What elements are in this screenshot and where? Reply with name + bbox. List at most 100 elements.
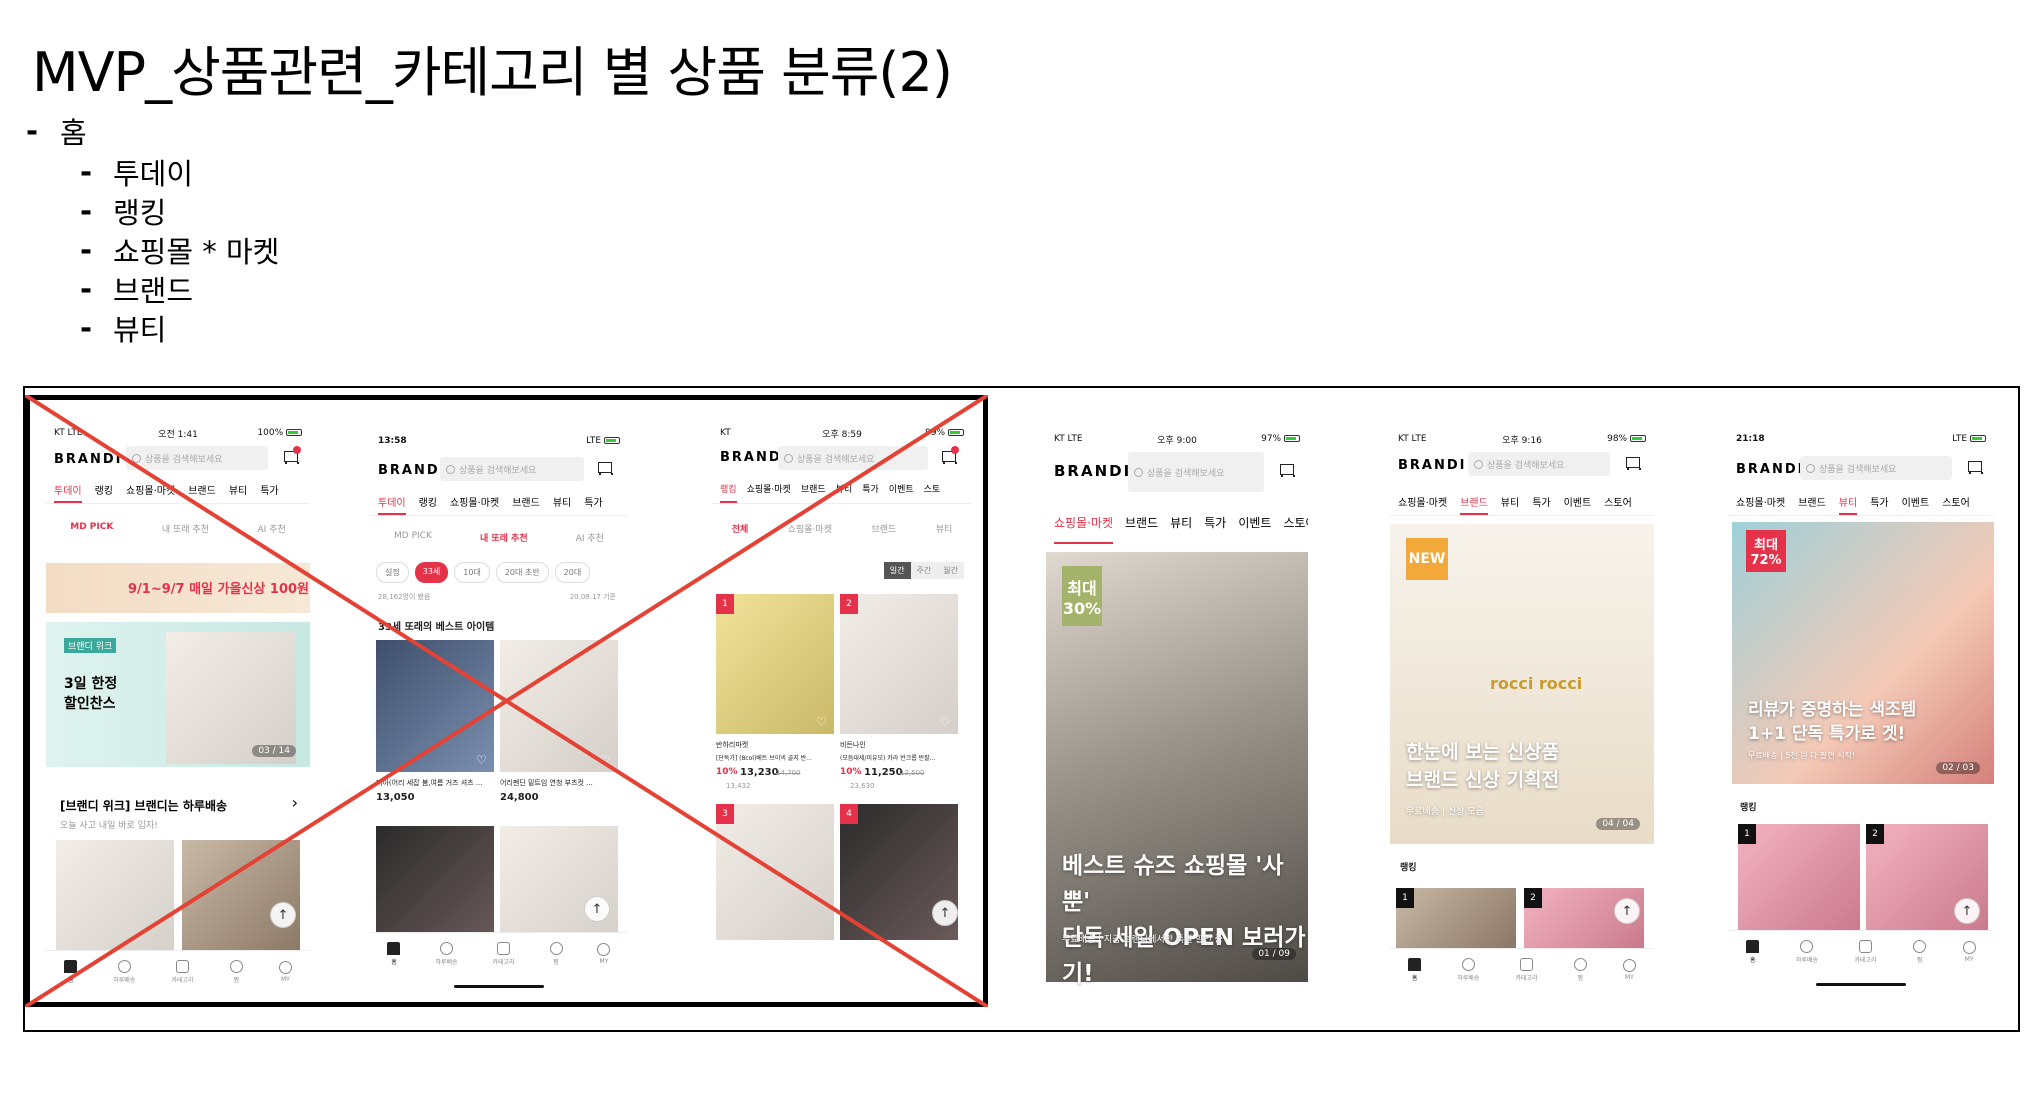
nav-wishlist[interactable]: 찜 <box>1913 939 1927 964</box>
outline-item-today: - 투데이 <box>80 152 279 191</box>
page-title: MVP_상품관련_카테고리 별 상품 분류(2) <box>32 41 953 104</box>
nav-label: 카테고리 <box>1854 956 1877 964</box>
nav-category[interactable]: 카테고리 <box>1515 957 1538 982</box>
banner-counter: 04 / 04 <box>1596 818 1640 830</box>
battery-icon <box>1284 435 1300 442</box>
nav-label: 찜 <box>1916 956 1923 964</box>
scroll-top-button[interactable]: ↑ <box>1954 898 1980 924</box>
bullet-dash: - <box>80 271 93 306</box>
promo-caption: 무료배송 | 5천 원 다 팔면 시작! <box>1748 751 1856 760</box>
tab-event[interactable]: 이벤트 <box>1902 494 1930 515</box>
nav-category[interactable]: 카테고리 <box>1854 939 1877 964</box>
status-time: 오후 9:00 <box>1157 435 1197 446</box>
nav-my[interactable]: MY <box>1962 940 1976 963</box>
rank-badge: 2 <box>1866 824 1884 844</box>
tab-shoppingmall[interactable]: 쇼핑몰·마켓 <box>1054 514 1114 544</box>
nav-label: 홈 <box>1750 956 1756 964</box>
outline-item-shoppingmall: - 쇼핑몰 * 마켓 <box>80 230 279 269</box>
tab-brand[interactable]: 브랜드 <box>1460 494 1488 515</box>
rank-badge: 1 <box>1396 888 1414 908</box>
home-icon <box>1746 939 1760 953</box>
grid-icon <box>1859 939 1873 953</box>
bullet-dash: - <box>80 310 93 345</box>
crossed-out-box <box>25 395 988 1007</box>
search-input[interactable]: 상품을 검색해보세요 <box>1128 452 1264 492</box>
brand-logo[interactable]: BRANDI <box>1054 462 1131 480</box>
tab-store[interactable]: 스토어 <box>1604 494 1632 515</box>
outline-root: - 홈 <box>26 112 87 150</box>
tab-special[interactable]: 특가 <box>1532 494 1550 515</box>
product-image[interactable]: 1 <box>1396 888 1516 948</box>
search-input[interactable]: 상품을 검색해보세요 <box>1800 456 1952 480</box>
outline-label: 뷰티 <box>113 312 167 347</box>
tab-brand[interactable]: 브랜드 <box>1125 514 1158 544</box>
promo-caption: 무료배송 | 지금 브랜디에서만 특별 할인 중 <box>1062 935 1223 945</box>
user-icon <box>1962 940 1976 954</box>
outline-item-home: - 홈 <box>26 112 87 150</box>
bullet-dash: - <box>80 154 93 189</box>
promo-banner[interactable]: 최대 72% 리뷰가 증명하는 색조템 1+1 단독 특가로 겟! 무료배송 |… <box>1732 522 1994 784</box>
promo-banner[interactable]: NEW rocci rocci 한눈에 보는 신상품 브랜드 신상 기획전 무료… <box>1390 524 1654 844</box>
tab-shoppingmall[interactable]: 쇼핑몰·마켓 <box>1736 494 1785 515</box>
product-image[interactable]: 1 <box>1738 824 1860 934</box>
tab-special[interactable]: 특가 <box>1870 494 1888 515</box>
tab-event[interactable]: 이벤트 <box>1564 494 1592 515</box>
status-time: 21:18 <box>1736 434 1765 444</box>
nav-home[interactable]: 홈 <box>1408 957 1422 982</box>
outline-label: 투데이 <box>113 156 194 191</box>
nav-label: MY <box>1624 973 1634 981</box>
brand-logo[interactable]: BRANDI <box>1736 462 1805 477</box>
nav-delivery[interactable]: 하루배송 <box>1457 957 1480 982</box>
search-icon <box>1134 467 1143 477</box>
cart-icon[interactable] <box>1624 455 1641 471</box>
battery-icon <box>1630 435 1646 442</box>
status-time: 오후 9:16 <box>1502 435 1542 446</box>
main-tabs: 쇼핑몰·마켓 브랜드 뷰티 특가 이벤트 스토어 <box>1390 494 1654 516</box>
outline-item-beauty: - 뷰티 <box>80 308 279 347</box>
status-battery: 98% <box>1607 434 1646 444</box>
nav-wishlist[interactable]: 찜 <box>1573 957 1587 982</box>
status-carrier: KT LTE <box>1054 434 1083 444</box>
nav-delivery[interactable]: 하루배송 <box>1796 939 1818 964</box>
promo-caption: 무료배송 | 신상 모음 <box>1406 807 1484 817</box>
cart-icon[interactable] <box>1966 459 1983 475</box>
nav-label: 하루배송 <box>1457 974 1480 982</box>
banner-counter: 01 / 09 <box>1252 948 1296 960</box>
search-icon <box>1806 463 1815 473</box>
discount-tag: 최대 72% <box>1746 530 1786 572</box>
outline-label: 쇼핑몰 * 마켓 <box>113 234 280 269</box>
phone-beauty: 21:18 LTE BRANDI 상품을 검색해보세요 쇼핑몰·마켓 브랜드 뷰… <box>1728 428 1994 990</box>
bullet-dash: - <box>80 193 93 228</box>
tab-beauty[interactable]: 뷰티 <box>1170 514 1192 544</box>
nav-home[interactable]: 홈 <box>1746 939 1760 964</box>
tab-beauty[interactable]: 뷰티 <box>1501 494 1519 515</box>
delivery-icon <box>1461 957 1475 971</box>
promo-headline: 한눈에 보는 신상품 브랜드 신상 기획전 <box>1406 741 1560 791</box>
main-tabs: 쇼핑몰·마켓 브랜드 뷰티 특가 이벤트 스토어 <box>1046 514 1308 544</box>
nav-label: 찜 <box>1577 974 1583 982</box>
outline-label: 홈 <box>60 116 87 150</box>
cart-icon[interactable] <box>1278 462 1295 478</box>
nav-label: 홈 <box>1411 974 1418 982</box>
status-bar: 21:18 LTE <box>1728 428 1994 450</box>
tab-special[interactable]: 특가 <box>1204 514 1226 544</box>
rank-badge: 1 <box>1738 824 1756 844</box>
status-bar: KT LTE 오후 9:00 97% <box>1046 428 1308 450</box>
search-placeholder: 상품을 검색해보세요 <box>1487 460 1565 471</box>
tab-store[interactable]: 스토어 <box>1942 494 1970 515</box>
nav-my[interactable]: MY <box>1622 958 1636 981</box>
promo-banner[interactable]: 최대 30% 베스트 슈즈 쇼핑몰 '사뿐' 단독 세일 OPEN 보러가기! … <box>1046 552 1308 987</box>
promo-headline: 베스트 슈즈 쇼핑몰 '사뿐' 단독 세일 OPEN 보러가기! <box>1062 853 1306 987</box>
tab-beauty[interactable]: 뷰티 <box>1838 494 1858 515</box>
tab-brand[interactable]: 브랜드 <box>1798 494 1826 515</box>
tab-store[interactable]: 스토어 <box>1283 514 1308 544</box>
bottom-nav: 홈 하루배송 카테고리 찜 MY <box>1390 948 1654 990</box>
outline-label: 랭킹 <box>113 195 167 230</box>
bullet-dash: - <box>80 232 93 267</box>
scroll-top-button[interactable]: ↑ <box>1614 898 1640 924</box>
search-placeholder: 상품을 검색해보세요 <box>1819 464 1897 475</box>
brand-logo[interactable]: BRANDI <box>1398 458 1467 473</box>
search-input[interactable]: 상품을 검색해보세요 <box>1468 452 1610 476</box>
tab-event[interactable]: 이벤트 <box>1238 514 1271 544</box>
tab-shoppingmall[interactable]: 쇼핑몰·마켓 <box>1398 494 1447 515</box>
